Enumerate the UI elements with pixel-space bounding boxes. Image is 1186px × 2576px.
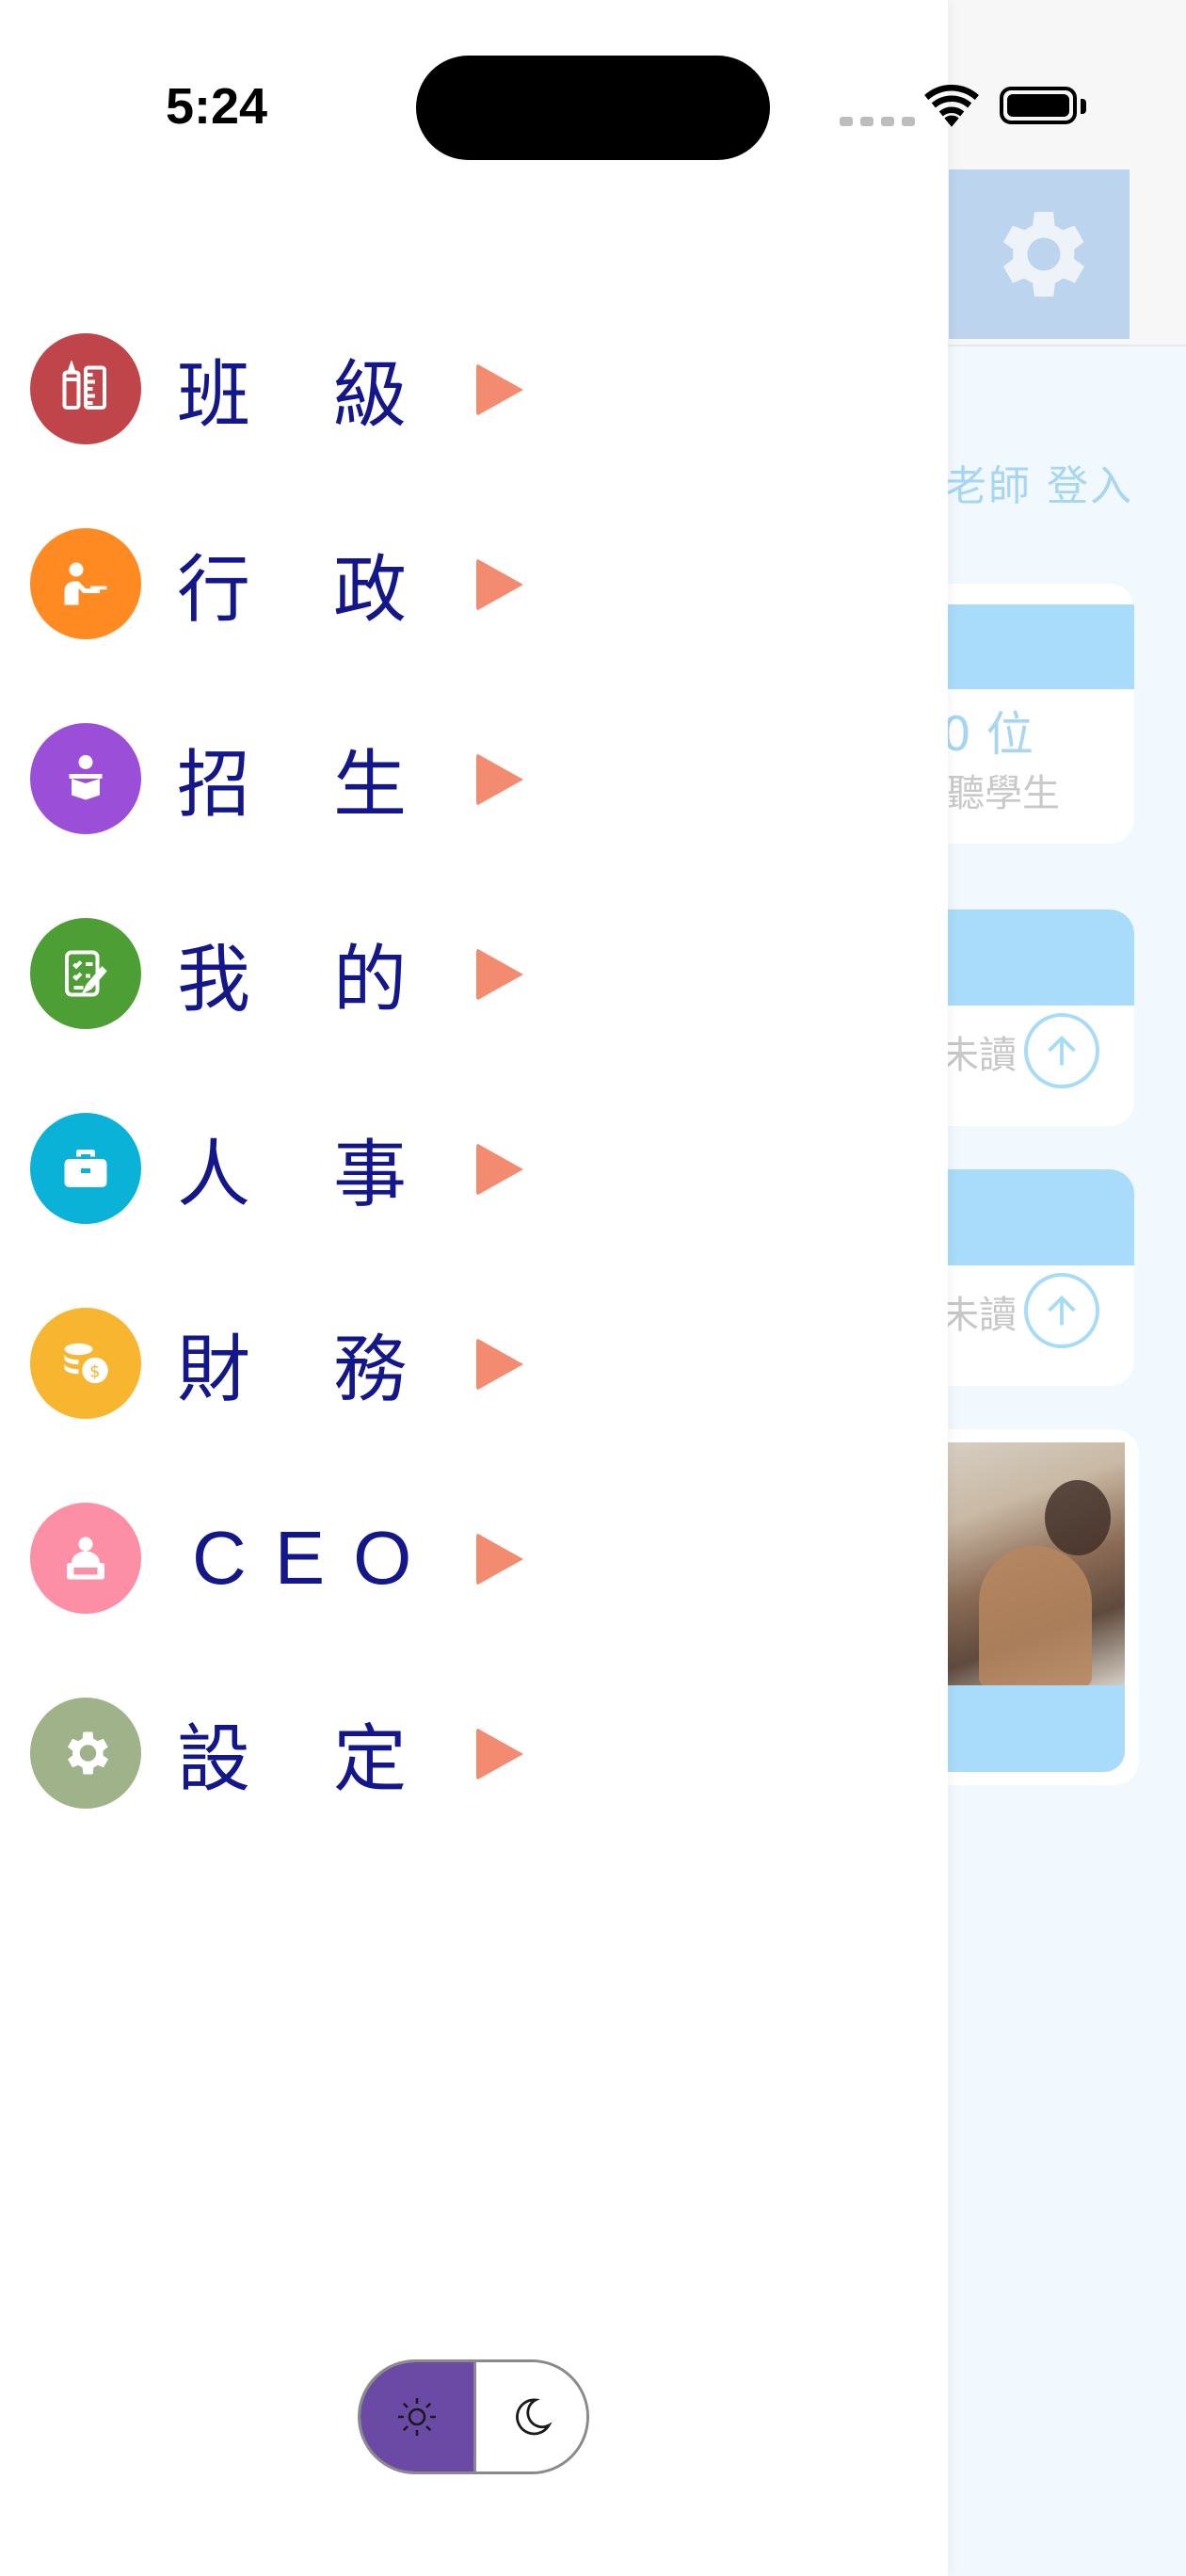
menu-item-finance[interactable]: $ 財務 — [30, 1308, 557, 1419]
menu-item-label: 財務 — [177, 1328, 490, 1412]
menu-item-personnel[interactable]: 人事 — [30, 1113, 557, 1224]
menu-item-label: CEO — [192, 1516, 441, 1600]
menu-item-label: 人事 — [177, 1133, 490, 1217]
ruler-pencil-icon — [30, 333, 141, 444]
dark-mode-button[interactable] — [476, 2362, 586, 2471]
coins-icon: $ — [30, 1308, 141, 1419]
arrow-up-icon[interactable] — [1024, 1273, 1099, 1348]
status-bar: 5:24 — [0, 0, 1186, 169]
dynamic-island — [416, 56, 770, 160]
svg-text:$: $ — [89, 1363, 100, 1382]
menu-item-label: 行政 — [177, 548, 490, 633]
play-arrow-icon — [476, 753, 523, 806]
menu-item-class[interactable]: 班級 — [30, 333, 557, 444]
play-arrow-icon — [476, 1338, 523, 1391]
play-arrow-icon — [476, 558, 523, 611]
play-arrow-icon — [476, 363, 523, 416]
status-time: 5:24 — [166, 78, 268, 135]
sun-icon — [398, 2398, 436, 2436]
side-drawer: 班級 行政 招生 我的 人事 $ 財務 CEO 設定 — [0, 0, 948, 2576]
ceo-desk-icon — [30, 1503, 141, 1614]
theme-toggle[interactable] — [358, 2359, 589, 2474]
arrow-up-icon[interactable] — [1024, 1013, 1099, 1088]
play-arrow-icon — [476, 1533, 523, 1586]
moon-icon — [515, 2398, 553, 2436]
wifi-icon — [924, 85, 979, 127]
menu-item-label: 我的 — [177, 938, 490, 1022]
play-arrow-icon — [476, 1143, 523, 1196]
gear-icon — [1003, 212, 1084, 297]
play-arrow-icon — [476, 1728, 523, 1780]
menu-item-admissions[interactable]: 招生 — [30, 723, 557, 834]
menu-item-label: 設定 — [177, 1717, 490, 1802]
light-mode-button[interactable] — [361, 2362, 476, 2471]
student-count-label: 聽學生 — [947, 772, 1060, 815]
unread-label: 未讀 — [941, 1034, 1017, 1077]
unread-label: 未讀 — [941, 1294, 1017, 1337]
settings-tile[interactable] — [949, 169, 1130, 339]
play-arrow-icon — [476, 948, 523, 1001]
briefcase-icon — [30, 1113, 141, 1224]
teacher-login-link[interactable]: 老師 登入 — [945, 452, 1133, 512]
menu-item-admin[interactable]: 行政 — [30, 528, 557, 639]
menu-item-label: 招生 — [177, 743, 490, 828]
menu-item-label: 班級 — [177, 353, 490, 438]
menu-item-mine[interactable]: 我的 — [30, 918, 557, 1029]
gear-icon — [30, 1698, 141, 1809]
student-reading-icon — [30, 723, 141, 834]
presenter-icon — [30, 528, 141, 639]
checklist-icon — [30, 918, 141, 1029]
menu-item-ceo[interactable]: CEO — [30, 1503, 557, 1614]
menu-item-settings[interactable]: 設定 — [30, 1698, 557, 1809]
cellular-signal-icon — [840, 117, 915, 126]
battery-icon — [1000, 87, 1077, 124]
student-count: 0 位 — [941, 707, 1034, 762]
